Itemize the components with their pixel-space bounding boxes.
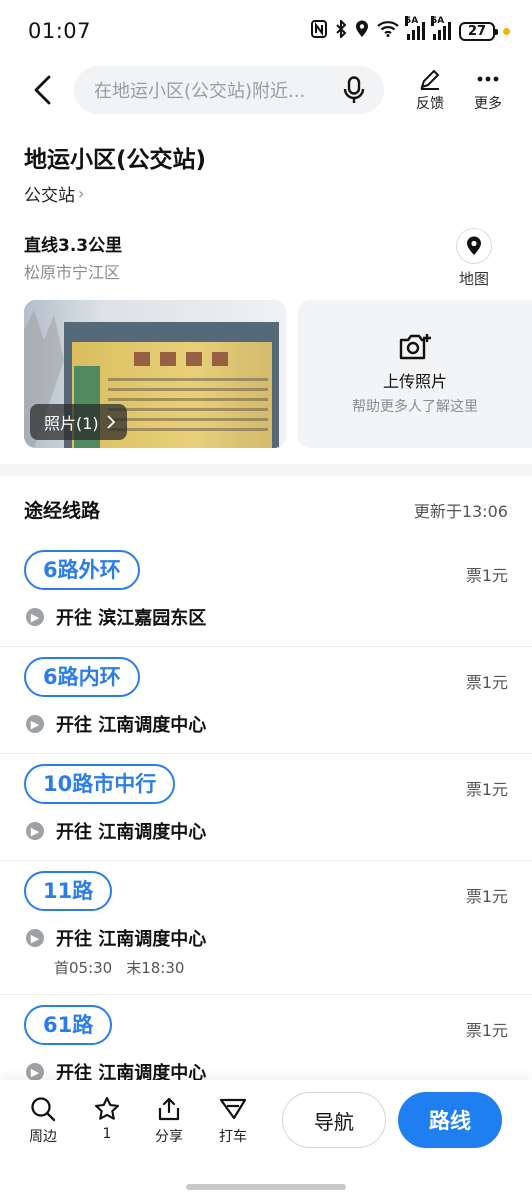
more-button[interactable]: 更多	[460, 67, 516, 113]
signal-icon-2: 5A	[431, 16, 451, 40]
route-item[interactable]: 10路市中行 票1元 ▶ 开往 江南调度中心	[0, 754, 532, 861]
poi-category-link[interactable]: 公交站 ›	[24, 181, 84, 206]
more-dots-icon	[477, 76, 499, 82]
upload-photo-button[interactable]: 上传照片 帮助更多人了解这里	[298, 300, 532, 448]
nearby-button[interactable]: 周边	[18, 1096, 68, 1146]
direction-arrow-icon: ▶	[26, 1063, 44, 1080]
route-direction-text: 开往 江南调度中心	[56, 822, 207, 843]
search-placeholder: 在地运小区(公交站)附近...	[94, 81, 306, 102]
status-time: 01:07	[28, 19, 92, 43]
map-button[interactable]: 地图	[452, 228, 496, 289]
direction-arrow-icon: ▶	[26, 822, 44, 840]
nearby-label: 周边	[29, 1129, 57, 1145]
feedback-button[interactable]: 反馈	[402, 67, 458, 113]
battery-icon: 27	[459, 21, 498, 41]
route-fare: 票1元	[465, 673, 508, 692]
status-bar: 01:07 5A 5A 27	[0, 0, 532, 62]
favorites-count: 1	[102, 1126, 112, 1142]
district-text: 松原市宁江区	[24, 263, 121, 282]
route-direction: ▶ 开往 江南调度中心	[24, 818, 508, 860]
signal-2-label: 5A	[431, 16, 445, 26]
share-label: 分享	[155, 1129, 183, 1145]
taxi-button[interactable]: 打车	[208, 1096, 258, 1146]
microphone-icon[interactable]	[340, 76, 368, 104]
star-icon	[94, 1096, 120, 1120]
route-item[interactable]: 6路内环 票1元 ▶ 开往 江南调度中心	[0, 647, 532, 754]
search-icon	[31, 1097, 56, 1122]
feedback-label: 反馈	[416, 96, 444, 112]
home-indicator[interactable]	[186, 1184, 346, 1190]
upload-title: 上传照片	[382, 372, 447, 391]
more-label: 更多	[474, 96, 502, 112]
share-icon	[158, 1097, 180, 1121]
route-fare: 票1元	[465, 1021, 508, 1040]
chevron-left-icon	[34, 75, 51, 105]
taxi-label: 打车	[219, 1129, 247, 1145]
map-pin-icon	[456, 228, 492, 264]
route-direction-text: 开往 江南调度中心	[56, 715, 207, 736]
signal-1-label: 5A	[405, 16, 419, 26]
route-service-times: 首05:30 末18:30	[54, 957, 508, 994]
map-label: 地图	[458, 270, 489, 288]
route-fare: 票1元	[465, 887, 508, 906]
charging-dot	[503, 27, 510, 35]
route-name-pill[interactable]: 10路市中行	[24, 764, 176, 804]
navigate-button[interactable]: 导航	[282, 1092, 386, 1148]
last-bus-time: 末18:30	[126, 959, 185, 977]
upload-subtitle: 帮助更多人了解这里	[352, 399, 478, 415]
chevron-right-icon: ›	[78, 184, 85, 203]
wifi-icon	[377, 21, 399, 41]
photo-count-badge[interactable]: 照片(1)	[30, 404, 127, 440]
battery-level: 27	[467, 23, 487, 39]
route-direction: ▶ 开往 江南调度中心	[24, 1059, 508, 1080]
route-direction-text: 开往 滨江嘉园东区	[56, 608, 207, 629]
route-name-pill[interactable]: 6路外环	[24, 550, 140, 590]
route-direction-text: 开往 江南调度中心	[56, 929, 207, 950]
route-button[interactable]: 路线	[398, 1092, 502, 1148]
poi-category-label: 公交站	[24, 186, 75, 206]
back-button[interactable]	[12, 62, 72, 118]
section-divider	[0, 464, 532, 476]
direction-arrow-icon: ▶	[26, 929, 44, 947]
signal-icon-1: 5A	[405, 16, 425, 40]
camera-add-icon	[399, 334, 431, 360]
route-fare: 票1元	[465, 566, 508, 585]
route-direction-text: 开往 江南调度中心	[56, 1063, 207, 1080]
bottom-action-bar: 周边 1 分享 打车 导航 路线	[0, 1080, 532, 1200]
route-fare: 票1元	[465, 780, 508, 799]
favorite-button[interactable]: 1	[82, 1096, 132, 1142]
route-name-pill[interactable]: 61路	[24, 1005, 113, 1045]
poi-title: 地运小区(公交站)	[24, 147, 207, 173]
route-name-pill[interactable]: 11路	[24, 871, 113, 911]
search-header: 在地运小区(公交站)附近... 反馈 更多	[0, 60, 532, 120]
route-item[interactable]: 11路 票1元 ▶ 开往 江南调度中心 首05:30 末18:30	[0, 861, 532, 995]
nfc-icon	[311, 20, 327, 42]
routes-updated-time: 更新于13:06	[413, 502, 508, 521]
first-bus-time: 首05:30	[54, 959, 113, 977]
status-icons: 5A 5A 27	[311, 16, 510, 42]
routes-section-title: 途经线路	[24, 500, 101, 522]
distance-text: 直线3.3公里	[24, 236, 123, 256]
edit-icon	[420, 69, 440, 90]
direction-arrow-icon: ▶	[26, 715, 44, 733]
route-direction: ▶ 开往 江南调度中心	[24, 711, 508, 753]
route-item[interactable]: 61路 票1元 ▶ 开往 江南调度中心	[0, 995, 532, 1080]
share-button[interactable]: 分享	[144, 1096, 194, 1146]
route-list: 6路外环 票1元 ▶ 开往 滨江嘉园东区 6路内环 票1元 ▶ 开往 江南调度中…	[0, 540, 532, 1080]
route-item[interactable]: 6路外环 票1元 ▶ 开往 滨江嘉园东区	[0, 540, 532, 647]
stop-photo[interactable]: 照片(1)	[24, 300, 286, 448]
bluetooth-icon	[335, 18, 347, 42]
location-status-icon	[355, 20, 369, 42]
photo-count-label: 照片(1)	[44, 414, 99, 433]
direction-arrow-icon: ▶	[26, 608, 44, 626]
chevron-right-icon	[107, 415, 115, 429]
taxi-icon	[219, 1098, 247, 1120]
route-direction: ▶ 开往 滨江嘉园东区	[24, 604, 508, 646]
route-name-pill[interactable]: 6路内环	[24, 657, 140, 697]
search-input[interactable]: 在地运小区(公交站)附近...	[74, 66, 384, 114]
